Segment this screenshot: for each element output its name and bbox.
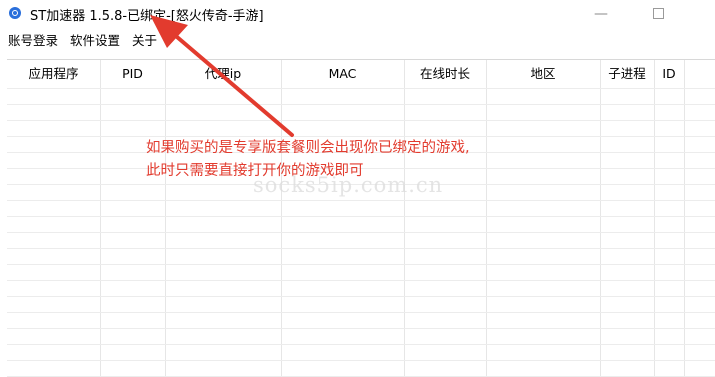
grid-row-line bbox=[7, 88, 715, 89]
menu-software-settings[interactable]: 软件设置 bbox=[70, 30, 120, 49]
column-header-proxy-ip[interactable]: 代理ip bbox=[165, 60, 281, 88]
menu-bar: 账号登录 软件设置 关于 bbox=[0, 27, 715, 49]
grid-column-line bbox=[654, 60, 655, 377]
watermark: socks5ip.com.cn bbox=[253, 173, 444, 197]
menu-account-login[interactable]: 账号登录 bbox=[8, 30, 58, 49]
column-header-region[interactable]: 地区 bbox=[486, 60, 600, 88]
column-header-subprocess[interactable]: 子进程 bbox=[600, 60, 654, 88]
grid-row-line bbox=[7, 280, 715, 281]
process-table[interactable]: 应用程序 PID 代理ip MAC 在线时长 地区 子进程 ID bbox=[7, 59, 715, 377]
maximize-button[interactable] bbox=[635, 0, 681, 27]
grid-row-line bbox=[7, 120, 715, 121]
maximize-icon bbox=[652, 8, 664, 19]
minimize-button[interactable]: — bbox=[578, 0, 624, 27]
title-bar: ST加速器 1.5.8-已绑定-[怒火传奇-手游] — bbox=[0, 0, 715, 27]
grid-row-line bbox=[7, 216, 715, 217]
annotation-line-1: 如果购买的是专享版套餐则会出现你已绑定的游戏, bbox=[146, 140, 470, 156]
menu-about[interactable]: 关于 bbox=[132, 30, 157, 49]
grid-column-line bbox=[684, 60, 685, 377]
grid-row-line bbox=[7, 344, 715, 345]
grid-row-line bbox=[7, 200, 715, 201]
grid-row-line bbox=[7, 248, 715, 249]
column-header-pid[interactable]: PID bbox=[100, 60, 165, 88]
minimize-icon: — bbox=[594, 5, 608, 22]
grid-row-line bbox=[7, 296, 715, 297]
grid-column-line bbox=[165, 60, 166, 377]
column-header-mac[interactable]: MAC bbox=[281, 60, 404, 88]
app-logo-icon bbox=[9, 7, 21, 19]
grid-column-line bbox=[404, 60, 405, 377]
column-header-application[interactable]: 应用程序 bbox=[7, 60, 100, 88]
grid-row-line bbox=[7, 312, 715, 313]
window-title: ST加速器 1.5.8-已绑定-[怒火传奇-手游] bbox=[30, 9, 264, 24]
grid-row-line bbox=[7, 104, 715, 105]
grid-column-line bbox=[486, 60, 487, 377]
grid-column-line bbox=[100, 60, 101, 377]
grid-column-line bbox=[281, 60, 282, 377]
grid-column-line bbox=[600, 60, 601, 377]
column-header-online-time[interactable]: 在线时长 bbox=[404, 60, 486, 88]
column-header-id[interactable]: ID bbox=[654, 60, 684, 88]
grid-row-line bbox=[7, 360, 715, 361]
grid-row-line bbox=[7, 264, 715, 265]
table-header: 应用程序 PID 代理ip MAC 在线时长 地区 子进程 ID bbox=[7, 60, 715, 89]
grid-row-line bbox=[7, 328, 715, 329]
grid-row-line bbox=[7, 232, 715, 233]
